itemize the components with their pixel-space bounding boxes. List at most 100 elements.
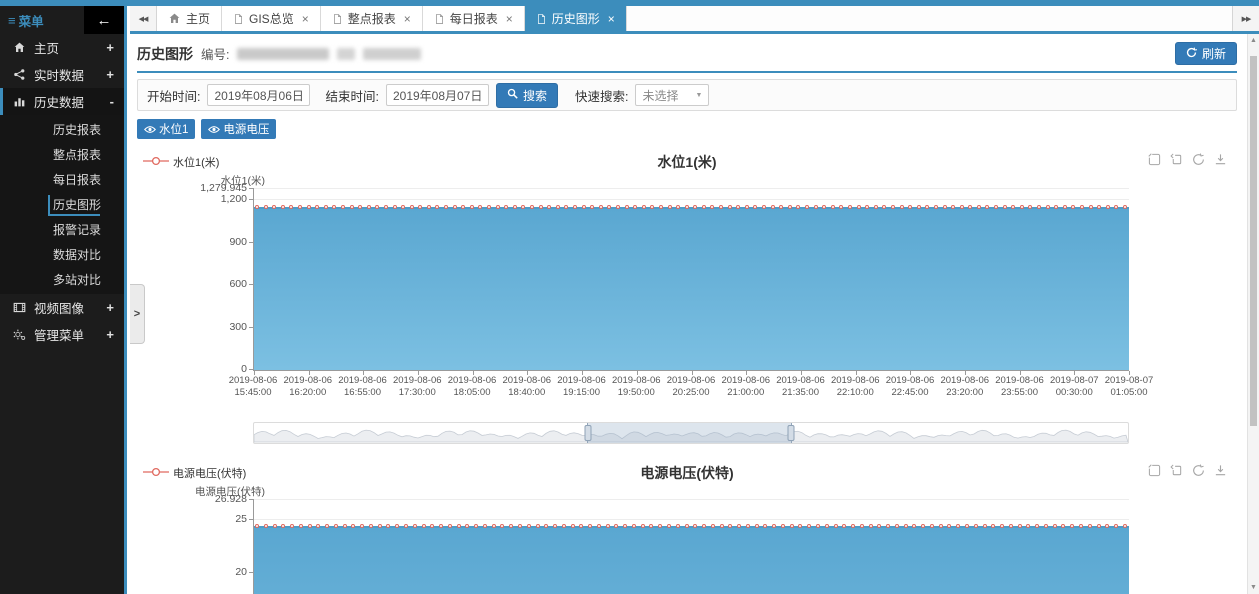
tab-history-graph[interactable]: 历史图形×	[525, 6, 627, 31]
datazoom-handle-left[interactable]	[584, 425, 591, 441]
y-tick-label: 1,279.945	[200, 182, 247, 194]
refresh-button[interactable]: 刷新	[1175, 42, 1237, 65]
tab-close-icon[interactable]: ×	[302, 12, 309, 26]
chart-plot-area[interactable]: 202526.928	[253, 500, 1129, 594]
x-tick-label: 2019-08-0700:30:00	[1050, 375, 1099, 399]
plus-icon: +	[106, 40, 114, 55]
toolbox-zoom-icon[interactable]	[1148, 464, 1161, 477]
sidebar-item-label: 主页	[34, 38, 59, 57]
tab-home[interactable]: 主页	[157, 6, 222, 31]
x-tick-label: 2019-08-0622:45:00	[886, 375, 935, 399]
chart-header: 水位1(米) 水位1(米)	[137, 149, 1237, 173]
start-date-input[interactable]	[207, 84, 310, 106]
series-markers	[255, 524, 1128, 528]
sidebar-item-history-graph[interactable]: 历史图形	[0, 192, 124, 217]
series-area	[254, 207, 1129, 370]
y-tick-label: 300	[229, 321, 247, 333]
search-icon	[507, 88, 518, 102]
plus-icon: +	[106, 67, 114, 82]
sidebar-item-daily-report[interactable]: 每日报表	[0, 167, 124, 192]
search-button[interactable]: 搜索	[496, 83, 558, 108]
content: 历史图形 编号: 刷新 开始时间: 结束时间: 搜索 快速搜索: 未选择 ▼	[130, 34, 1247, 594]
tab-label: 整点报表	[348, 10, 396, 27]
tab-scroll-right-button[interactable]: ▶▶	[1232, 6, 1259, 31]
sidebar-item-history-data[interactable]: 历史数据-	[0, 88, 124, 115]
toolbox-zoom-reset-icon[interactable]	[1170, 464, 1183, 477]
datazoom-handle-right[interactable]	[787, 425, 794, 441]
datazoom-window[interactable]	[587, 423, 792, 443]
chart-power-voltage: 电源电压(伏特) 电源电压(伏特) 电源电压(伏特) 202526.928	[137, 460, 1237, 594]
toggle-power-voltage-button[interactable]: 电源电压	[201, 119, 276, 139]
double-arrow-right-icon: ▶▶	[1242, 16, 1251, 23]
sidebar-item-data-compare[interactable]: 数据对比	[0, 242, 124, 267]
sidebar-item-video-image[interactable]: 视频图像+	[0, 294, 124, 321]
page-title: 历史图形	[137, 44, 193, 64]
x-tick-label: 2019-08-0619:15:00	[557, 375, 606, 399]
chart-plot-area[interactable]: 03006009001,2001,279.945	[253, 189, 1129, 371]
chart-legend[interactable]: 水位1(米)	[143, 154, 219, 170]
toolbox-restore-icon[interactable]	[1192, 464, 1205, 477]
x-tick-label: 2019-08-0618:05:00	[448, 375, 497, 399]
sidebar: ≡菜单 ← 主页+实时数据+历史数据-历史报表整点报表每日报表历史图形报警记录数…	[0, 6, 127, 594]
x-axis-labels: 2019-08-0615:45:002019-08-0616:20:002019…	[253, 371, 1129, 398]
toggle-water-level-1-button[interactable]: 水位1	[137, 119, 195, 139]
toggle-label: 水位1	[159, 121, 188, 137]
tab-close-icon[interactable]: ×	[506, 12, 513, 26]
sidebar-item-admin-menu[interactable]: 管理菜单+	[0, 321, 124, 348]
network-icon	[12, 68, 27, 81]
gridline	[254, 199, 1129, 200]
tab-gis-overview[interactable]: GIS总览×	[222, 6, 321, 31]
y-tick	[249, 188, 254, 189]
y-tick	[249, 499, 254, 500]
toolbox-zoom-icon[interactable]	[1148, 153, 1161, 166]
sidebar-item-realtime-data[interactable]: 实时数据+	[0, 61, 124, 88]
scrollbar-thumb[interactable]	[1250, 56, 1257, 426]
sidebar-expander-handle[interactable]: >	[130, 284, 145, 344]
chart-title: 电源电压(伏特)	[137, 460, 1237, 483]
y-tick-label: 25	[235, 513, 247, 525]
tab-close-icon[interactable]: ×	[404, 12, 411, 26]
vertical-scrollbar[interactable]: ▲ ▼	[1247, 34, 1259, 594]
sidebar-header: ≡菜单 ←	[0, 6, 124, 34]
toolbox-restore-icon[interactable]	[1192, 153, 1205, 166]
y-tick-label: 1,200	[221, 193, 247, 205]
home-icon	[12, 41, 27, 54]
toolbox-download-icon[interactable]	[1214, 464, 1227, 477]
quick-search-value: 未选择	[642, 87, 678, 104]
datazoom-slider[interactable]	[253, 422, 1129, 444]
chart-header: 电源电压(伏特) 电源电压(伏特)	[137, 460, 1237, 484]
sidebar-item-hourly-report[interactable]: 整点报表	[0, 142, 124, 167]
tab-scroll-left-button[interactable]: ◀◀	[130, 6, 157, 31]
sidebar-item-multi-station-compare[interactable]: 多站对比	[0, 267, 124, 292]
toolbox-zoom-reset-icon[interactable]	[1170, 153, 1183, 166]
scroll-down-icon[interactable]: ▼	[1248, 584, 1259, 591]
sidebar-menu: 主页+实时数据+历史数据-历史报表整点报表每日报表历史图形报警记录数据对比多站对…	[0, 34, 124, 348]
sidebar-item-history-report[interactable]: 历史报表	[0, 117, 124, 142]
sidebar-collapse-button[interactable]: ←	[84, 6, 124, 34]
gridline	[254, 499, 1129, 500]
chart-legend[interactable]: 电源电压(伏特)	[143, 465, 246, 481]
sidebar-item-label: 历史数据	[34, 92, 84, 111]
end-date-input[interactable]	[386, 84, 489, 106]
scroll-up-icon[interactable]: ▲	[1248, 37, 1259, 44]
tab-label: 每日报表	[450, 10, 498, 27]
y-tick	[249, 519, 254, 520]
sidebar-item-alarm-record[interactable]: 报警记录	[0, 217, 124, 242]
tab-hourly-report[interactable]: 整点报表 ×	[321, 6, 423, 31]
sidebar-item-home[interactable]: 主页 +	[0, 34, 124, 61]
search-label: 搜索	[523, 87, 547, 104]
tab-daily-report[interactable]: 每日报表 ×	[423, 6, 525, 31]
eye-icon	[208, 125, 220, 134]
tab-close-icon[interactable]: ×	[608, 12, 615, 26]
quick-search-select[interactable]: 未选择 ▼	[635, 84, 709, 106]
file-icon	[233, 13, 244, 25]
refresh-icon	[1186, 47, 1197, 61]
eye-icon	[144, 125, 156, 134]
x-tick-label: 2019-08-0616:55:00	[338, 375, 387, 399]
toolbox-download-icon[interactable]	[1214, 153, 1227, 166]
chevron-down-icon: ▼	[696, 92, 703, 99]
legend-label: 电源电压(伏特)	[173, 465, 246, 481]
y-tick-label: 26.928	[215, 493, 247, 505]
chart-water-level: 水位1(米) 水位1(米) 水位1(米) 03006009001,2001,27…	[137, 149, 1237, 444]
series-area	[254, 526, 1129, 594]
